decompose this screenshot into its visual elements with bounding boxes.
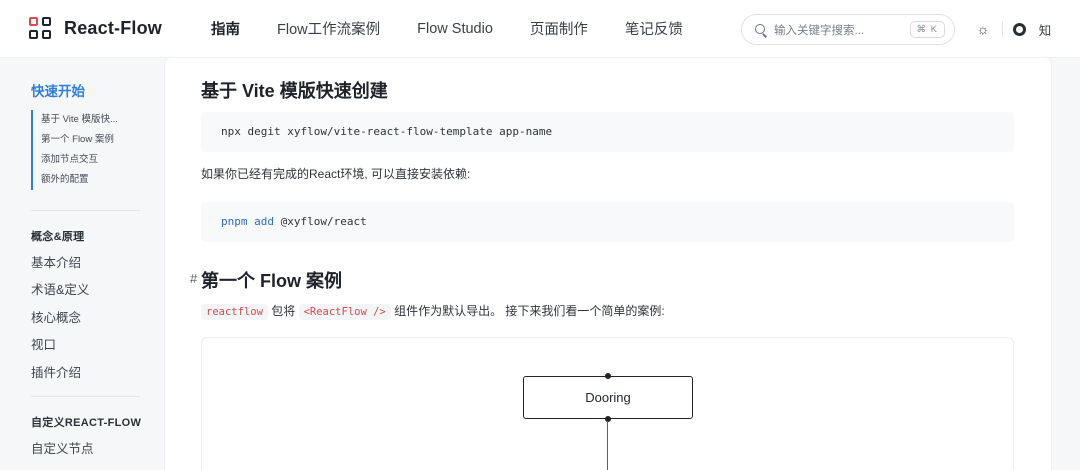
node-handle-bottom[interactable]: [605, 416, 611, 422]
paragraph-text: 包将: [267, 304, 299, 318]
sidebar-item-custom-node[interactable]: 自定义节点: [31, 438, 94, 457]
main-content: 基于 Vite 模版快速创建 npx degit xyflow/vite-rea…: [165, 58, 1051, 470]
code-block-degit: npx degit xyflow/vite-react-flow-templat…: [201, 112, 1014, 152]
sidebar-item-quick-start[interactable]: 快速开始: [31, 80, 85, 100]
sidebar-divider: [31, 210, 140, 211]
flow-edge: [607, 421, 608, 470]
brand[interactable]: React-Flow: [29, 17, 209, 40]
sidebar-item-plugins[interactable]: 插件介绍: [31, 362, 81, 381]
toc-item-first-flow[interactable]: 第一个 Flow 案例: [41, 130, 118, 150]
heading-vite: 基于 Vite 模版快速创建: [201, 81, 388, 101]
sidebar-item-viewport[interactable]: 视口: [31, 334, 56, 353]
code-text: npx degit xyflow/vite-react-flow-templat…: [221, 125, 553, 138]
toc-item-extra-config[interactable]: 额外的配置: [41, 170, 118, 190]
code-text: @xyflow/react: [274, 215, 367, 228]
brand-name: React-Flow: [64, 18, 163, 38]
node-label: Dooring: [585, 390, 631, 405]
heading-first-flow: 第一个 Flow 案例: [201, 271, 342, 291]
flow-node-dooring[interactable]: Dooring: [523, 373, 693, 422]
sun-icon[interactable]: ☼: [974, 20, 992, 38]
search-box[interactable]: 输入关键字搜索... ⌘ K: [741, 14, 955, 45]
paragraph-install: 如果你已经有完成的React环境, 可以直接安装依赖:: [201, 167, 471, 181]
table-of-contents: 基于 Vite 模版快... 第一个 Flow 案例 添加节点交互 额外的配置: [31, 110, 118, 190]
sidebar-item-intro[interactable]: 基本介绍: [31, 252, 81, 271]
nav-guide[interactable]: 指南: [211, 18, 240, 39]
code-keyword: pnpm: [221, 215, 248, 228]
search-shortcut: ⌘ K: [909, 21, 945, 38]
paragraph-text: 组件作为默认导出。 接下来我们看一个简单的案例:: [390, 304, 665, 318]
sidebar-section-custom: 自定义REACT-FLOW: [31, 417, 142, 429]
inline-code-reactflow: reactflow: [201, 304, 268, 320]
toc-item-vite[interactable]: 基于 Vite 模版快...: [41, 110, 118, 130]
nav-notes-feedback[interactable]: 笔记反馈: [625, 18, 683, 39]
search-placeholder: 输入关键字搜索...: [774, 24, 865, 37]
zhihu-link[interactable]: 知: [1036, 20, 1054, 38]
main-nav: 指南 Flow工作流案例 Flow Studio 页面制作 笔记反馈: [211, 0, 720, 58]
code-keyword: add: [254, 215, 274, 228]
github-icon[interactable]: [1010, 20, 1028, 38]
sidebar-section-concepts: 概念&原理: [31, 231, 85, 243]
toc-item-node-interaction[interactable]: 添加节点交互: [41, 150, 118, 170]
nav-flow-cases[interactable]: Flow工作流案例: [277, 18, 380, 39]
inline-code-reactflow-component: <ReactFlow />: [298, 304, 391, 320]
sidebar-divider: [31, 396, 140, 397]
code-block-install: pnpm add @xyflow/react: [201, 202, 1014, 242]
node-handle-top[interactable]: [605, 373, 611, 379]
paragraph-reactflow-export: reactflow 包将 <ReactFlow /> 组件作为默认导出。 接下来…: [201, 302, 665, 320]
sidebar: 快速开始 基于 Vite 模版快... 第一个 Flow 案例 添加节点交互 额…: [0, 58, 165, 470]
heading-anchor-link[interactable]: #: [190, 271, 197, 286]
nav-page-making[interactable]: 页面制作: [530, 18, 588, 39]
nav-flow-studio[interactable]: Flow Studio: [417, 21, 493, 37]
search-icon: [755, 23, 767, 36]
sidebar-item-core-concepts[interactable]: 核心概念: [31, 307, 81, 326]
react-flow-logo-icon: [29, 17, 52, 40]
flow-demo-canvas[interactable]: Dooring: [201, 337, 1014, 470]
top-navigation-bar: React-Flow 指南 Flow工作流案例 Flow Studio 页面制作…: [0, 0, 1080, 58]
sidebar-item-terms[interactable]: 术语&定义: [31, 279, 89, 298]
header-divider: [1002, 21, 1003, 37]
